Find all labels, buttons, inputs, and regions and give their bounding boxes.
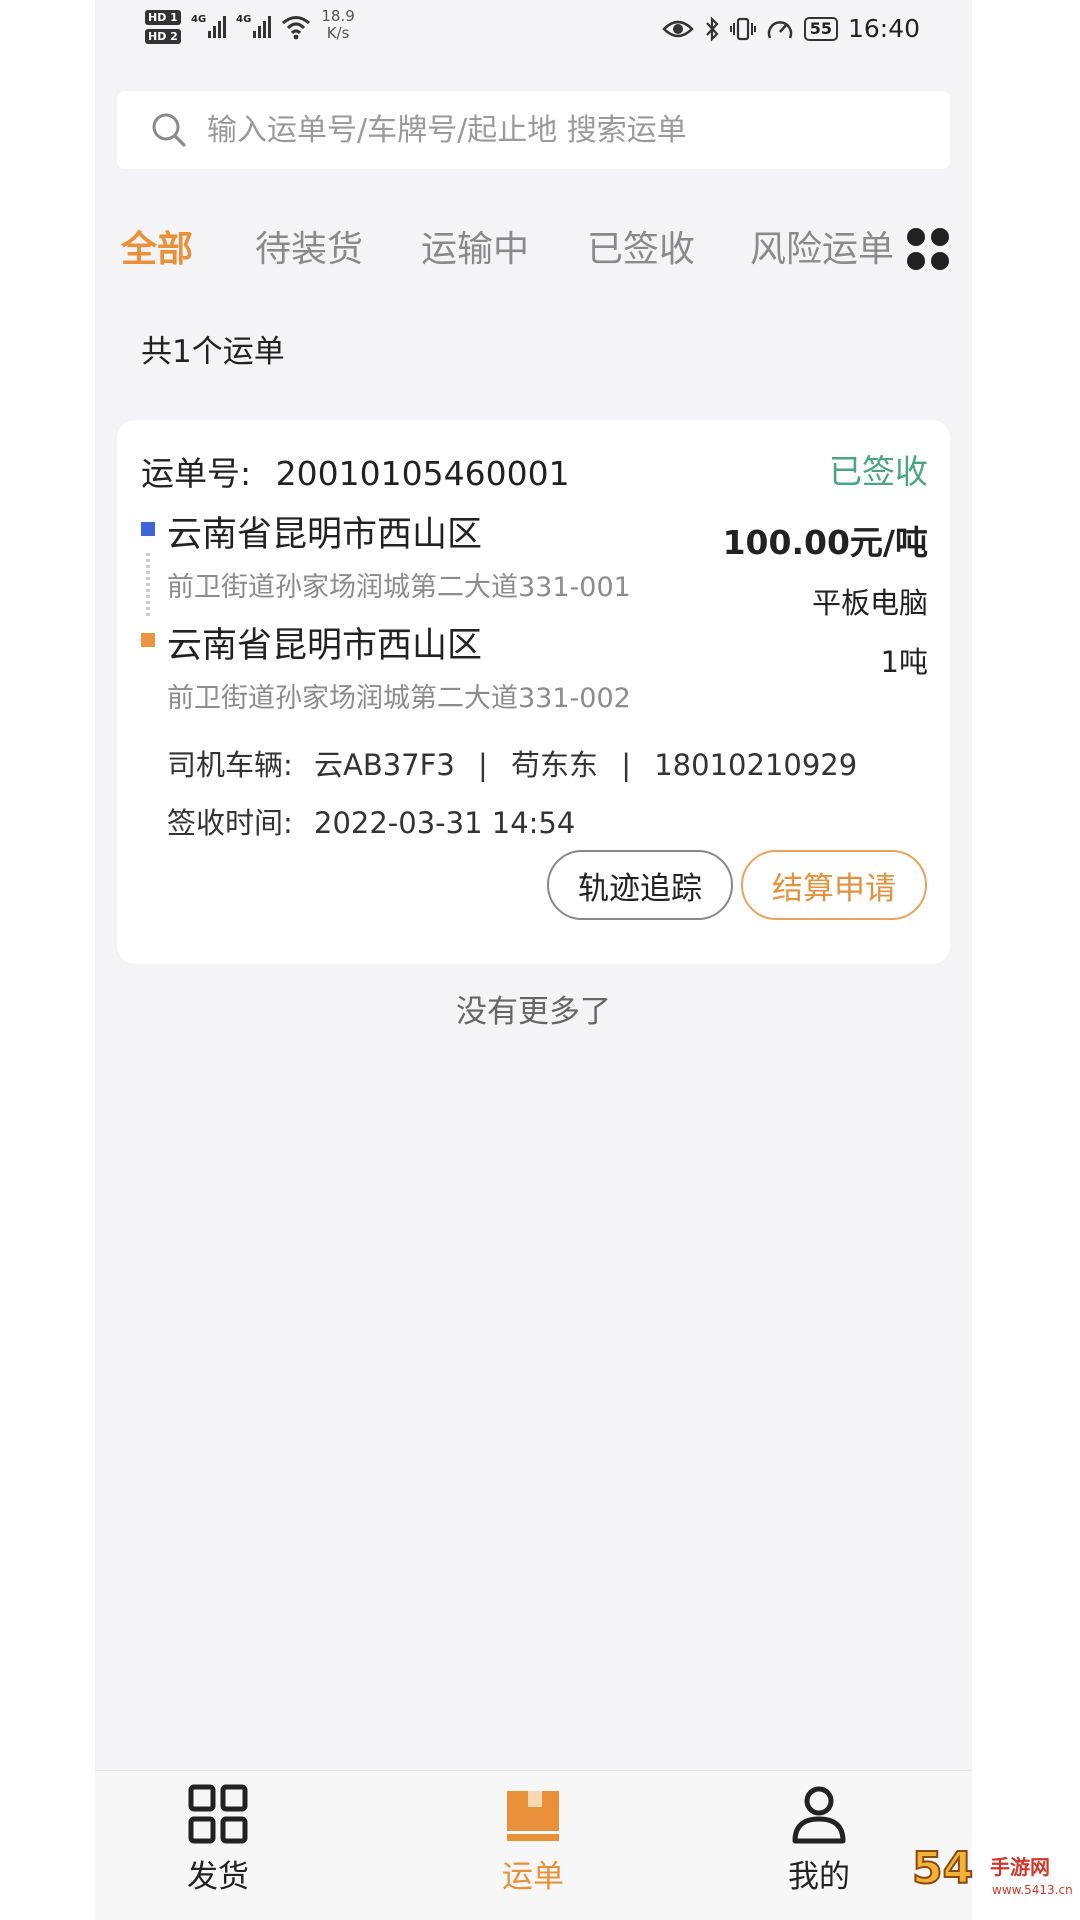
status-bar: HD 1 HD 2 4G 4G 18.9 K/s 55 16:40: [95, 0, 972, 64]
app-screen: HD 1 HD 2 4G 4G 18.9 K/s 55 16:40 输入运单号/…: [95, 0, 972, 1920]
tab-pending-loading[interactable]: 待装货: [255, 220, 363, 272]
status-tabs: 全部 待装货 运输中 已签收 风险运单: [95, 210, 972, 280]
status-bar-right: 55 16:40: [661, 14, 920, 43]
driver-phone: 18010210929: [654, 748, 858, 782]
destination-address: 前卫街道孙家场润城第二大道331-002: [167, 683, 631, 714]
vibrate-icon: [729, 17, 756, 40]
goods-weight: 1吨: [880, 645, 928, 679]
route-connector: [146, 553, 150, 618]
nav-item-waybill[interactable]: 运单: [473, 1783, 593, 1896]
signal-icon-2: 4G: [236, 8, 272, 38]
network-speed: 18.9 K/s: [321, 7, 355, 42]
search-bar[interactable]: [117, 91, 950, 169]
waybill-number: 运单号: 20010105460001: [141, 454, 570, 493]
tab-signed[interactable]: 已签收: [587, 220, 695, 272]
eye-icon: [661, 20, 694, 37]
wifi-icon: [282, 16, 311, 40]
signal-icon: 4G: [191, 8, 227, 38]
freight-price: 100.00元/吨: [722, 523, 928, 562]
status-badge: 已签收: [829, 452, 928, 491]
waybill-card[interactable]: 运单号: 20010105460001 已签收 云南省昆明市西山区 前卫街道孙家…: [117, 420, 950, 964]
destination-marker-icon: [141, 633, 155, 647]
box-icon: [507, 1791, 559, 1841]
speedometer-icon: [767, 20, 792, 39]
site-watermark-logo: 54 手游网 www.5413.cn: [911, 1842, 1073, 1897]
bottom-nav: 发货 运单 我的: [95, 1770, 972, 1920]
track-button[interactable]: 轨迹追踪: [547, 850, 733, 920]
tab-all[interactable]: 全部: [121, 220, 193, 272]
sign-time: 2022-03-31 14:54: [314, 806, 576, 840]
network-type-label: 4G: [191, 14, 207, 25]
tab-risk-waybill[interactable]: 风险运单: [750, 229, 894, 270]
nav-label-waybill: 运单: [502, 1859, 564, 1895]
sim2-badge: HD 2: [145, 29, 181, 44]
user-icon: [792, 1786, 846, 1844]
destination-city: 云南省昆明市西山区: [167, 626, 483, 666]
nav-item-mine[interactable]: 我的: [759, 1783, 879, 1896]
goods-name: 平板电脑: [811, 586, 928, 620]
sign-time-info: 签收时间: 2022-03-31 14:54: [167, 806, 576, 840]
sim1-badge: HD 1: [145, 10, 181, 25]
nav-label-mine: 我的: [788, 1859, 850, 1895]
origin-city: 云南省昆明市西山区: [167, 515, 483, 555]
more-tabs-icon[interactable]: [905, 226, 951, 272]
network-type-label-2: 4G: [236, 14, 252, 25]
status-bar-left: HD 1 HD 2 4G 4G 18.9 K/s: [145, 8, 355, 44]
driver-vehicle-info: 司机车辆: 云AB37F3 | 苟东东 | 18010210929: [167, 748, 858, 782]
search-icon: [152, 113, 186, 147]
tab-in-transit[interactable]: 运输中: [421, 220, 529, 272]
list-end-text: 没有更多了: [456, 994, 611, 1030]
bluetooth-icon: [705, 15, 719, 42]
origin-marker-icon: [141, 522, 155, 536]
grid-apps-icon: [188, 1784, 248, 1844]
clock: 16:40: [847, 14, 920, 43]
search-input[interactable]: [207, 112, 907, 148]
settlement-button[interactable]: 结算申请: [741, 850, 927, 920]
driver-name: 苟东东: [511, 748, 599, 782]
nav-item-ship[interactable]: 发货: [158, 1783, 278, 1896]
waybill-count: 共1个运单: [141, 334, 285, 370]
nav-label-ship: 发货: [187, 1859, 249, 1895]
origin-address: 前卫街道孙家场润城第二大道331-001: [167, 572, 631, 603]
vehicle-plate: 云AB37F3: [314, 748, 455, 782]
battery-icon: 55: [803, 16, 838, 41]
